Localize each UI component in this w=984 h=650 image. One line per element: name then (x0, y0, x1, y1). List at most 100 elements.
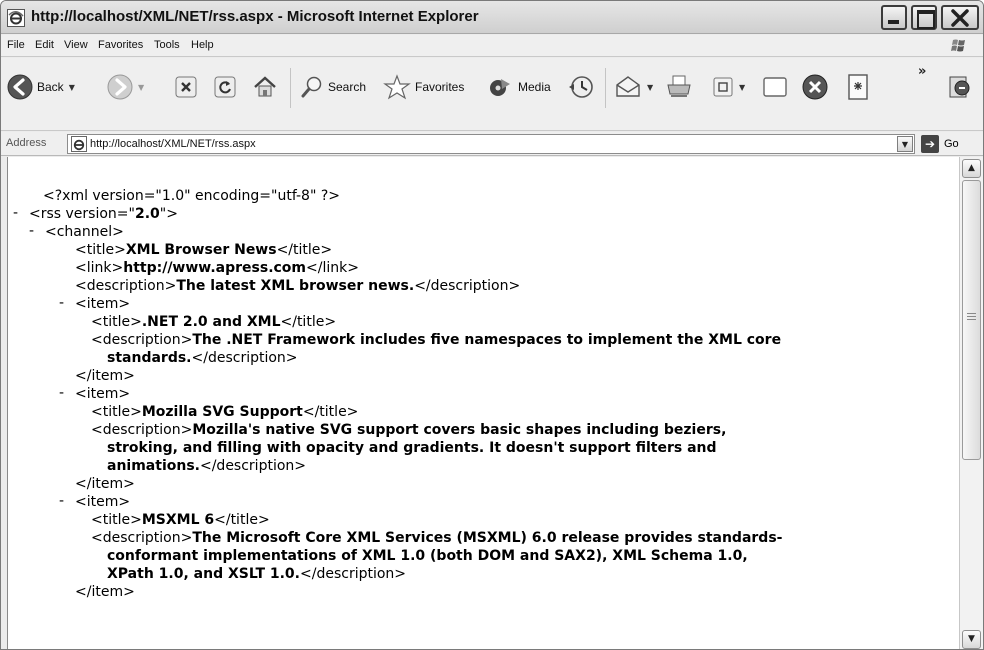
title-bar[interactable]: http://localhost/XML/NET/rss.aspx - Micr… (1, 1, 983, 34)
menu-file[interactable]: File (7, 39, 25, 51)
toolbar-overflow-chevron[interactable]: » (918, 64, 926, 79)
minimize-button[interactable] (881, 5, 907, 30)
xml-declaration: <?xml version="1.0" encoding="utf-8" ?> (43, 188, 341, 204)
scroll-up-button[interactable]: ▲ (962, 159, 981, 178)
go-button[interactable]: ➔ Go (921, 134, 959, 154)
channel-open-tag: <channel> (45, 224, 124, 240)
address-url: http://localhost/XML/NET/rss.aspx (90, 138, 256, 150)
window-icon (763, 77, 787, 97)
item-description: <description>The Microsoft Core XML Serv… (91, 530, 783, 546)
item-close-tag: </item> (75, 368, 135, 384)
search-button[interactable]: Search (300, 70, 366, 104)
maximize-button[interactable] (911, 5, 937, 30)
go-arrow-icon: ➔ (921, 135, 939, 153)
xml-document-view: <?xml version="1.0" encoding="utf-8" ?> … (7, 157, 959, 649)
menu-edit[interactable]: Edit (35, 39, 54, 51)
item-description: <description>The .NET Framework includes… (91, 332, 782, 348)
home-icon (254, 76, 276, 97)
chevron-up-icon: ▲ (968, 163, 975, 173)
mail-icon (616, 76, 640, 97)
windows-flag-icon (951, 39, 965, 52)
back-button[interactable]: Back ▼ (7, 70, 75, 104)
print-button[interactable] (665, 70, 693, 104)
favorites-button[interactable]: Favorites (383, 70, 464, 104)
chevron-down-icon[interactable]: ▼ (739, 83, 745, 92)
search-label: Search (328, 80, 367, 94)
mail-button[interactable]: ▼ (614, 70, 653, 104)
address-input[interactable]: http://localhost/XML/NET/rss.aspx ▼ (67, 134, 915, 154)
collapse-toggle-item[interactable]: - (59, 385, 64, 401)
item-description-cont: XPath 1.0, and XSLT 1.0.</description> (107, 566, 407, 582)
address-label: Address (6, 137, 47, 149)
messenger-button[interactable] (801, 70, 829, 104)
research-button[interactable] (847, 70, 869, 104)
discuss-button[interactable] (761, 70, 789, 104)
vertical-scrollbar[interactable]: ▲ ▼ (959, 157, 983, 649)
collapse-toggle-channel[interactable]: - (29, 223, 34, 239)
edit-page-icon (713, 77, 733, 97)
chevron-down-icon: ▼ (901, 140, 909, 149)
item-description-cont: stroking, and filling with opacity and g… (107, 440, 717, 456)
history-button[interactable] (567, 70, 595, 104)
search-icon (301, 76, 322, 98)
edit-button[interactable]: ▼ (712, 70, 745, 104)
media-label: Media (518, 80, 551, 94)
address-bar: Address http://localhost/XML/NET/rss.asp… (1, 132, 983, 156)
channel-link: <link>http://www.apress.com</link> (75, 260, 359, 276)
chevron-down-icon[interactable]: ▼ (69, 83, 75, 92)
toolbar-separator (605, 68, 606, 108)
media-button[interactable]: Media (488, 70, 551, 104)
item-title: <title>MSXML 6</title> (91, 512, 270, 528)
back-label: Back (37, 80, 64, 94)
rss-open-tag: <rss version="2.0"> (29, 206, 178, 222)
refresh-icon (214, 76, 236, 98)
forward-button[interactable]: ▼ (107, 70, 144, 104)
ie-page-icon (71, 136, 87, 152)
refresh-button[interactable] (214, 70, 236, 104)
toolbar-separator (290, 68, 291, 108)
item-title: <title>Mozilla SVG Support</title> (91, 404, 359, 420)
printer-icon (667, 75, 691, 97)
stop-icon (175, 76, 197, 98)
forward-arrow-icon (107, 74, 133, 100)
standard-toolbar: Back ▼ ▼ Search Favorites Media ▼ ▼ » (1, 58, 983, 131)
media-icon (490, 79, 510, 96)
menu-tools[interactable]: Tools (154, 39, 180, 51)
browser-window: http://localhost/XML/NET/rss.aspx - Micr… (0, 0, 984, 650)
close-button[interactable] (941, 5, 979, 30)
menu-bar: File Edit View Favorites Tools Help (1, 35, 983, 57)
home-button[interactable] (252, 70, 278, 104)
messenger-icon (802, 74, 828, 100)
star-icon (383, 74, 411, 100)
item-description-cont: conformant implementations of XML 1.0 (b… (107, 548, 748, 564)
pdf-button[interactable] (947, 70, 973, 104)
collapse-toggle-item[interactable]: - (59, 493, 64, 509)
back-arrow-icon (7, 74, 33, 100)
notepad-icon (848, 74, 868, 100)
menu-view[interactable]: View (64, 39, 88, 51)
chevron-down-icon[interactable]: ▼ (647, 83, 653, 92)
go-label: Go (944, 138, 959, 150)
close-icon (951, 9, 969, 27)
channel-description: <description>The latest XML browser news… (75, 278, 521, 294)
collapse-toggle-item[interactable]: - (59, 295, 64, 311)
scroll-thumb[interactable] (962, 180, 981, 460)
scroll-down-button[interactable]: ▼ (962, 630, 981, 649)
window-title: http://localhost/XML/NET/rss.aspx - Micr… (31, 8, 479, 25)
chevron-down-icon: ▼ (968, 634, 975, 644)
history-icon (569, 76, 593, 98)
acrobat-icon (949, 76, 970, 98)
chevron-down-icon[interactable]: ▼ (138, 83, 144, 92)
menu-help[interactable]: Help (191, 39, 214, 51)
collapse-toggle-rss[interactable]: - (13, 205, 18, 221)
item-open-tag: <item> (75, 296, 131, 312)
stop-button[interactable] (175, 70, 197, 104)
item-close-tag: </item> (75, 584, 135, 600)
item-description: <description>Mozilla's native SVG suppor… (91, 422, 727, 438)
item-open-tag: <item> (75, 386, 131, 402)
address-dropdown-button[interactable]: ▼ (897, 136, 913, 152)
channel-title: <title>XML Browser News</title> (75, 242, 333, 258)
item-open-tag: <item> (75, 494, 131, 510)
grip-icon (967, 313, 976, 320)
menu-favorites[interactable]: Favorites (98, 39, 143, 51)
